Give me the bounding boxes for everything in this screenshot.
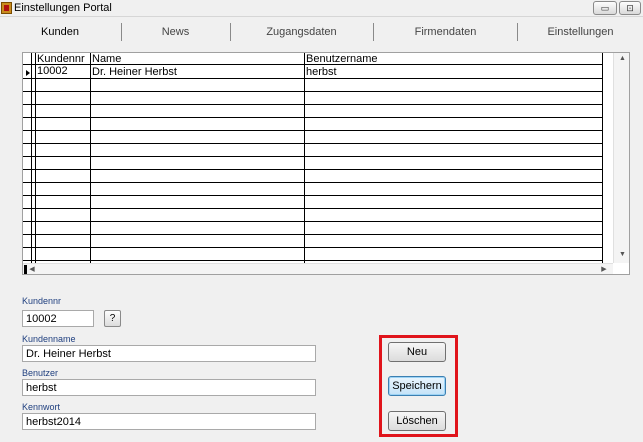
column-header-kundennr[interactable]: Kundennr xyxy=(35,53,90,65)
tab-news[interactable]: News xyxy=(122,21,229,43)
tab-einstellungen[interactable]: Einstellungen xyxy=(518,21,643,43)
table-cell-benutzername[interactable]: herbst xyxy=(304,66,602,79)
kundenname-label: Kundenname xyxy=(22,334,76,344)
column-header-name[interactable]: Name xyxy=(90,53,304,65)
window-title: Einstellungen Portal xyxy=(14,2,112,14)
kundennr-label: Kundennr xyxy=(22,296,62,306)
table-cell-name[interactable]: Dr. Heiner Herbst xyxy=(90,66,304,79)
scroll-up-icon[interactable]: ▲ xyxy=(614,55,629,62)
grid-column-line xyxy=(602,53,603,263)
grid-row-line xyxy=(23,143,603,144)
tab-zugangsdaten[interactable]: Zugangsdaten xyxy=(231,21,372,43)
grid-row-line xyxy=(23,169,603,170)
grid-row-line xyxy=(23,234,603,235)
grid-row-line xyxy=(23,91,603,92)
app-icon xyxy=(1,2,12,14)
vertical-scrollbar[interactable]: ▲ ▼ xyxy=(613,53,629,263)
grid-row-line xyxy=(23,221,603,222)
grid-column-line xyxy=(304,53,305,263)
kundennr-field[interactable] xyxy=(22,310,94,327)
grid-row-line xyxy=(23,182,603,183)
grid-header: Kundennr Name Benutzername xyxy=(23,53,603,65)
horizontal-scrollbar[interactable]: ◀ ▶ xyxy=(23,263,613,274)
grid-row-line xyxy=(23,156,603,157)
grid-row-line xyxy=(23,104,603,105)
grid-column-line xyxy=(90,53,91,263)
grid-row-line xyxy=(23,208,603,209)
kennwort-label: Kennwort xyxy=(22,402,61,412)
tab-kunden[interactable]: Kunden xyxy=(0,21,120,43)
benutzer-field[interactable] xyxy=(22,379,316,396)
scroll-right-icon[interactable]: ▶ xyxy=(599,265,609,273)
minimize-button[interactable]: ▭ xyxy=(593,1,617,15)
current-row-indicator-icon xyxy=(26,70,30,76)
grid-row-line xyxy=(23,247,603,248)
grid-row-line xyxy=(23,117,603,118)
scroll-down-icon[interactable]: ▼ xyxy=(614,251,629,258)
scroll-left-icon[interactable]: ◀ xyxy=(27,265,37,273)
customer-grid[interactable]: Kundennr Name Benutzername 10002 Dr. Hei… xyxy=(22,52,630,275)
kundenname-field[interactable] xyxy=(22,345,316,362)
tab-strip: Kunden News Zugangsdaten Firmendaten Ein… xyxy=(0,21,643,43)
table-cell-kundennr[interactable]: 10002 xyxy=(35,65,90,78)
grid-row-line xyxy=(23,195,603,196)
grid-row-line xyxy=(23,260,603,261)
lookup-button[interactable]: ? xyxy=(104,310,121,327)
benutzer-label: Benutzer xyxy=(22,368,59,378)
restore-button[interactable]: ⊡ xyxy=(619,1,641,15)
highlight-box xyxy=(379,335,458,437)
grid-row-line xyxy=(23,130,603,131)
column-header-benutzername[interactable]: Benutzername xyxy=(304,53,603,65)
grid-column-line xyxy=(31,53,32,263)
kennwort-field[interactable] xyxy=(22,413,316,430)
tab-firmendaten[interactable]: Firmendaten xyxy=(374,21,517,43)
title-bar: Einstellungen Portal ▭ ⊡ xyxy=(0,0,643,17)
grid-column-line xyxy=(35,53,36,263)
